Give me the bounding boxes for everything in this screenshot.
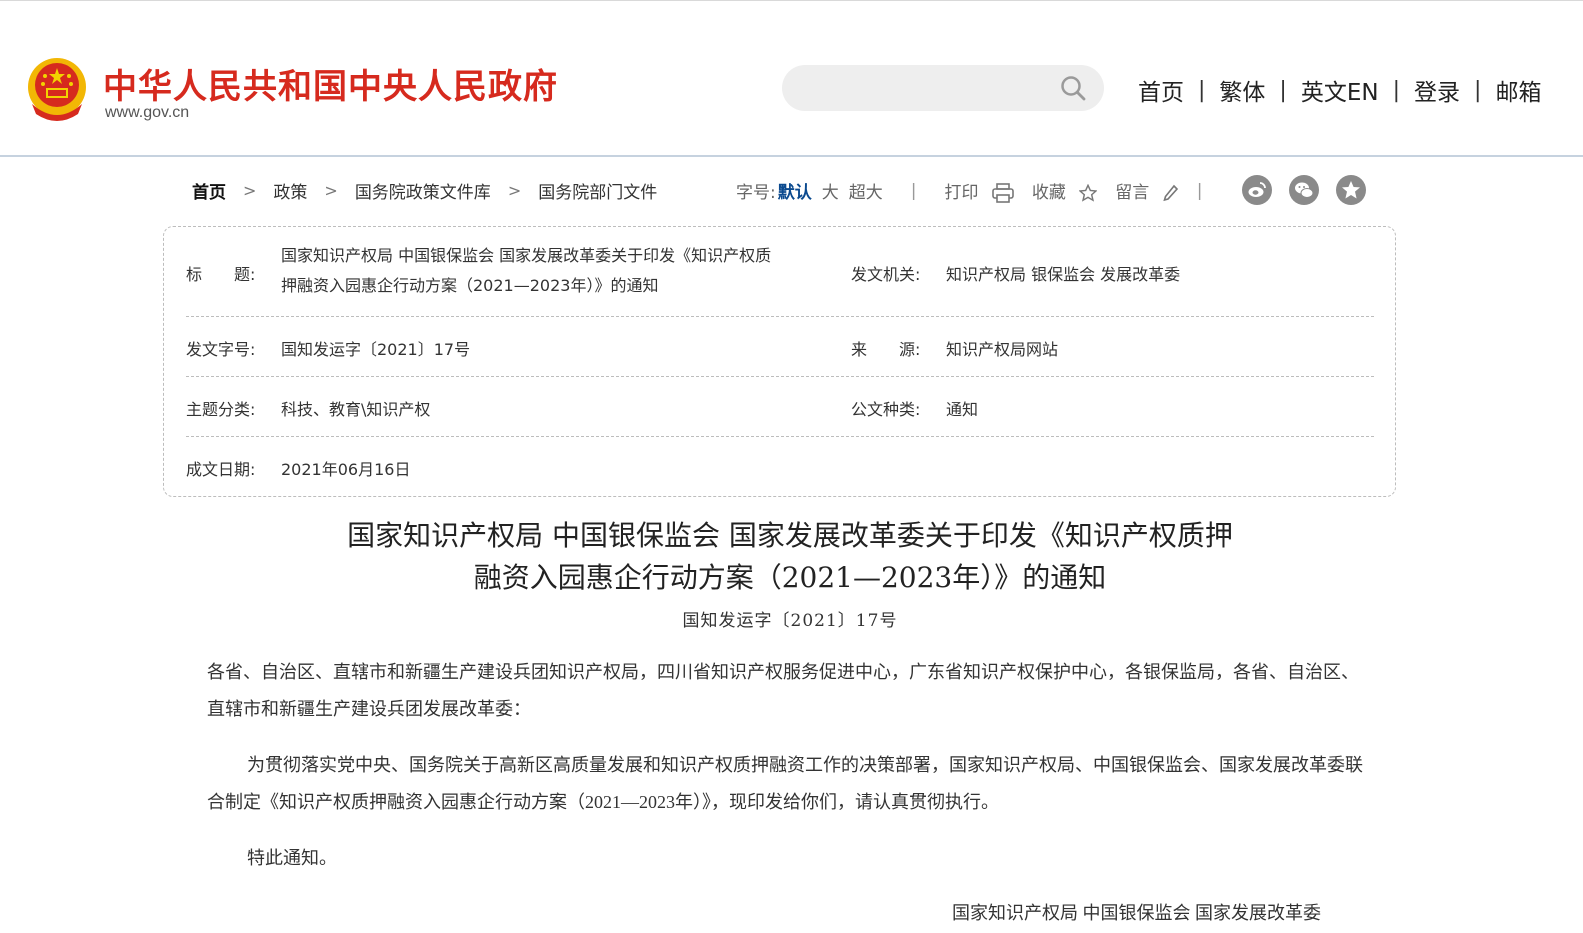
- comment-button[interactable]: 留言: [1115, 178, 1178, 203]
- top-nav: 首页 | 繁体 | 英文EN | 登录 | 邮箱: [1138, 73, 1541, 107]
- weibo-icon: [1248, 182, 1266, 197]
- nav-separator: |: [1392, 77, 1401, 103]
- article-body-paragraph: 为贯彻落实党中央、国务院关于高新区高质量发展和知识产权质押融资工作的决策部署，国…: [207, 755, 1363, 812]
- info-row-docno: 发文字号: 国知发运字〔2021〕17号 来 源: 知识产权局网站: [186, 317, 1374, 377]
- issuer-label: 发文机关:: [851, 265, 921, 284]
- doc-no-label: 发文字号:: [186, 340, 256, 359]
- article-closing: 特此通知。: [247, 848, 337, 868]
- font-size-large[interactable]: 大: [822, 178, 839, 203]
- nav-separator: |: [1474, 77, 1482, 103]
- nav-separator: |: [1279, 77, 1287, 103]
- title-value-line1: 国家知识产权局 中国银保监会 国家发展改革委关于印发《知识产权质: [281, 246, 772, 265]
- info-row-date: 成文日期: 2021年06月16日: [186, 437, 1374, 497]
- info-row-title: 标 题: 国家知识产权局 中国银保监会 国家发展改革委关于印发《知识产权质 押融…: [186, 227, 1374, 317]
- favorite-label: 收藏: [1031, 183, 1066, 203]
- font-size-label: 字号:: [736, 183, 776, 203]
- nav-home-link[interactable]: 首页: [1138, 73, 1184, 107]
- article-title: 国家知识产权局 中国银保监会 国家发展改革委关于印发《知识产权质押 融资入园惠企…: [250, 515, 1330, 599]
- chevron-right-icon: >: [507, 181, 522, 200]
- nav-english-link[interactable]: 英文EN: [1301, 73, 1379, 107]
- breadcrumb-department-docs[interactable]: 国务院部门文件: [538, 178, 657, 203]
- nav-mail-link[interactable]: 邮箱: [1495, 73, 1541, 107]
- article-doc-number: 国知发运字〔2021〕17号: [682, 611, 898, 631]
- doc-type-label: 公文种类:: [851, 400, 921, 419]
- info-row-topic: 主题分类: 科技、教育\知识产权 公文种类: 通知: [186, 377, 1374, 437]
- weibo-share-button[interactable]: [1242, 175, 1272, 205]
- article-tools: 字号: 默认 大 超大 | 打印 收藏 留言 |: [736, 178, 1230, 204]
- tools-separator: |: [1196, 180, 1203, 201]
- wechat-share-button[interactable]: [1289, 175, 1319, 205]
- print-button[interactable]: 打印: [944, 178, 1014, 203]
- site-domain: www.gov.cn: [105, 104, 190, 121]
- title-value: 国家知识产权局 中国银保监会 国家发展改革委关于印发《知识产权质 押融资入园惠企…: [281, 241, 841, 301]
- article-title-line1: 国家知识产权局 中国银保监会 国家发展改革委关于印发《知识产权质押: [347, 519, 1233, 552]
- source-label: 来 源:: [851, 340, 921, 359]
- font-size-xlarge[interactable]: 超大: [849, 178, 883, 203]
- document-info-box: 标 题: 国家知识产权局 中国银保监会 国家发展改革委关于印发《知识产权质 押融…: [163, 226, 1396, 497]
- topic-label: 主题分类:: [186, 400, 256, 419]
- site-header: 中华人民共和国中央人民政府 www.gov.cn 首页 | 繁体 | 英文EN …: [0, 0, 1583, 157]
- pencil-icon: [1163, 184, 1178, 202]
- site-title[interactable]: 中华人民共和国中央人民政府: [103, 59, 558, 108]
- star-icon: [1079, 184, 1098, 202]
- breadcrumb-policy[interactable]: 政策: [273, 178, 307, 203]
- favorite-button[interactable]: 收藏: [1031, 178, 1098, 203]
- topic-value: 科技、教育\知识产权: [281, 400, 431, 419]
- breadcrumb: 首页 > 政策 > 国务院政策文件库 > 国务院部门文件: [192, 178, 657, 203]
- issuer-value: 知识产权局 银保监会 发展改革委: [946, 265, 1181, 284]
- tools-separator: |: [910, 180, 917, 201]
- chevron-right-icon: >: [324, 181, 338, 200]
- chevron-right-icon: >: [243, 181, 257, 200]
- wechat-icon: [1295, 182, 1314, 198]
- article-signature: 国家知识产权局 中国银保监会 国家发展改革委: [952, 903, 1321, 923]
- source-value: 知识产权局网站: [946, 340, 1059, 359]
- search-input[interactable]: [782, 65, 1104, 111]
- title-label: 标 题:: [186, 265, 256, 284]
- qzone-share-button[interactable]: [1336, 175, 1366, 205]
- printer-icon: [992, 183, 1014, 203]
- qzone-icon: [1342, 181, 1360, 199]
- article-salutation: 各省、自治区、直辖市和新疆生产建设兵团知识产权局，四川省知识产权服务促进中心，广…: [207, 662, 1359, 719]
- comment-label: 留言: [1115, 183, 1150, 203]
- breadcrumb-policy-library[interactable]: 国务院政策文件库: [355, 178, 491, 203]
- date-label: 成文日期:: [186, 460, 256, 479]
- nav-traditional-link[interactable]: 繁体: [1219, 73, 1265, 107]
- national-emblem-icon[interactable]: [26, 56, 88, 122]
- nav-separator: |: [1198, 77, 1206, 103]
- article-title-line2: 融资入园惠企行动方案（2021—2023年）》的通知: [473, 561, 1107, 594]
- title-value-line2: 押融资入园惠企行动方案（2021—2023年）》的通知: [281, 276, 659, 295]
- nav-login-link[interactable]: 登录: [1414, 73, 1460, 107]
- print-label: 打印: [944, 183, 979, 203]
- breadcrumb-home[interactable]: 首页: [192, 178, 226, 203]
- font-size-default[interactable]: 默认: [778, 178, 812, 203]
- date-value: 2021年06月16日: [281, 460, 411, 479]
- doc-type-value: 通知: [946, 400, 979, 419]
- doc-no-value: 国知发运字〔2021〕17号: [281, 340, 471, 359]
- search-icon[interactable]: [1060, 75, 1086, 101]
